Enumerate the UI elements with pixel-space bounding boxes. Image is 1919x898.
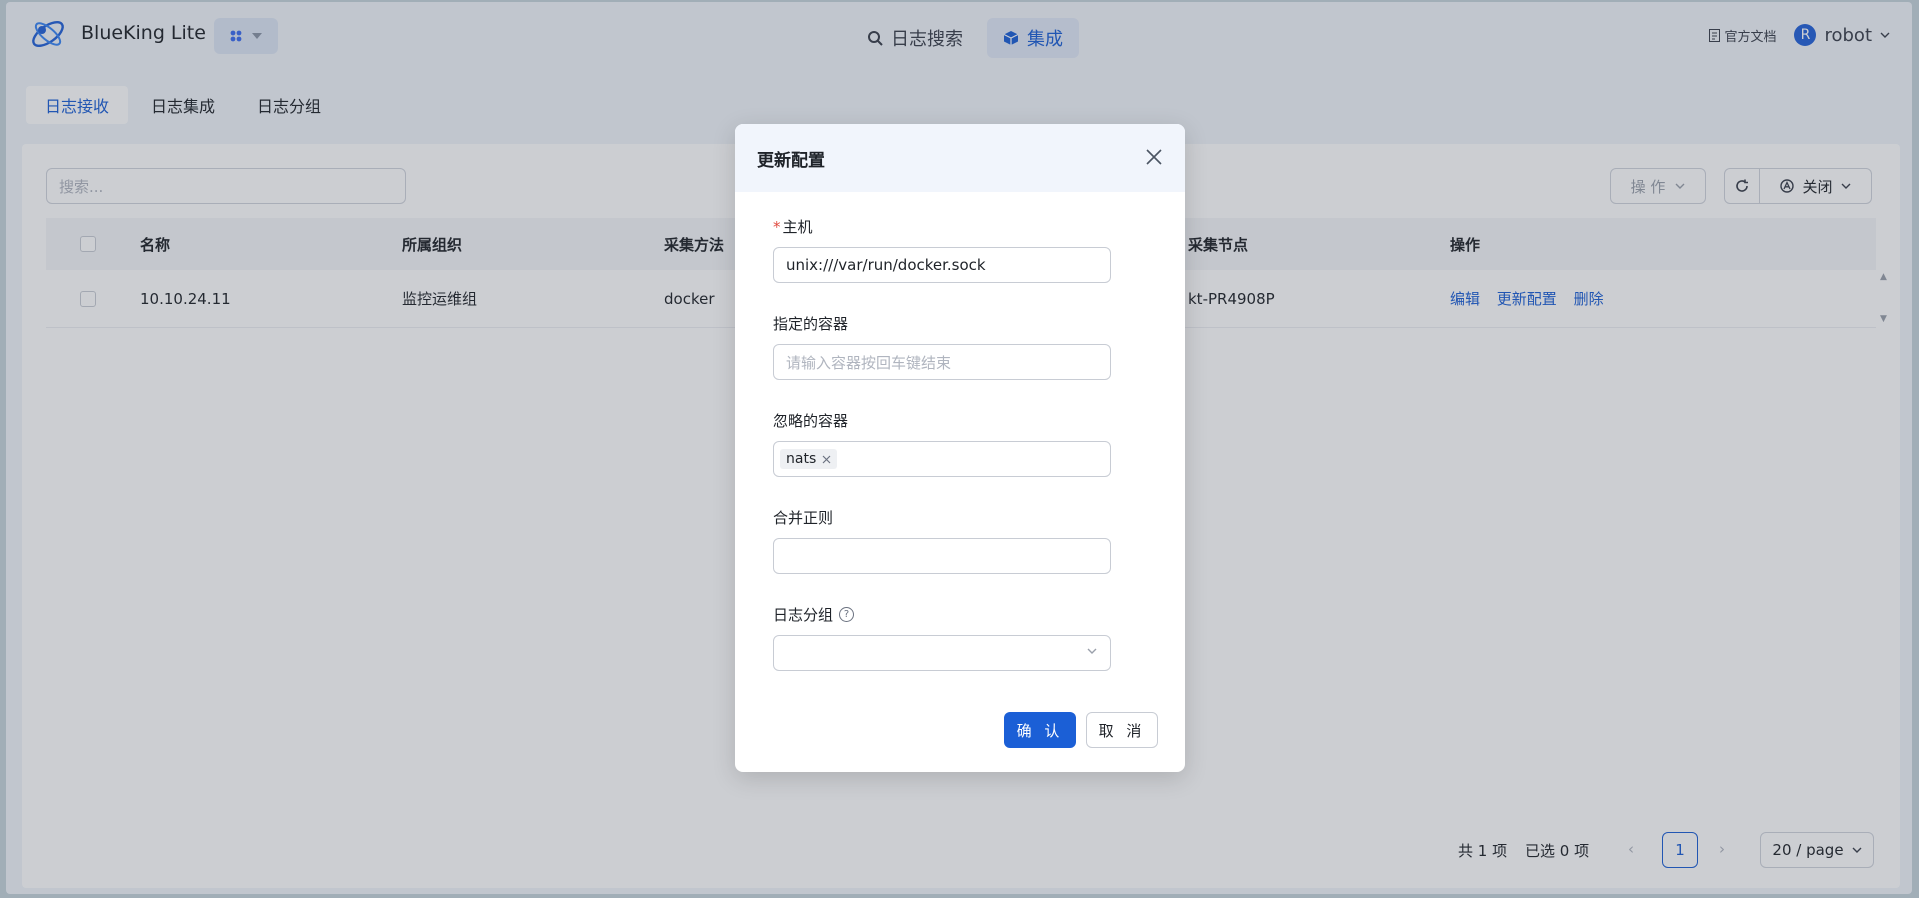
- merge-regex-input[interactable]: [773, 538, 1111, 574]
- close-icon[interactable]: [1145, 148, 1163, 166]
- merge-regex-label: 合并正则: [773, 509, 834, 527]
- host-label-row: * 主机: [773, 216, 1111, 237]
- container-tag-label: nats: [786, 451, 817, 467]
- host-input[interactable]: unix:///var/run/docker.sock: [773, 247, 1111, 283]
- update-config-modal: 更新配置 * 主机 unix:///var/run/docker.sock 指定的…: [735, 124, 1185, 772]
- containers-label: 指定的容器: [773, 315, 849, 333]
- log-group-label-row: 日志分组 ?: [773, 604, 1111, 625]
- cancel-button[interactable]: 取 消: [1086, 712, 1158, 748]
- containers-field: 指定的容器 请输入容器按回车键结束: [773, 313, 1111, 380]
- containers-input[interactable]: 请输入容器按回车键结束: [773, 344, 1111, 380]
- help-icon[interactable]: ?: [839, 607, 855, 622]
- host-label: 主机: [782, 218, 813, 236]
- container-tag: nats: [780, 449, 838, 469]
- ignored-containers-input[interactable]: nats: [773, 441, 1111, 477]
- tag-close-icon[interactable]: [822, 455, 831, 464]
- host-field: * 主机 unix:///var/run/docker.sock: [773, 216, 1111, 283]
- log-group-select[interactable]: [773, 635, 1111, 671]
- confirm-button[interactable]: 确 认: [1004, 712, 1076, 748]
- ignored-containers-label: 忽略的容器: [773, 412, 849, 430]
- containers-placeholder: 请输入容器按回车键结束: [786, 353, 952, 372]
- chevron-down-icon: [1087, 648, 1097, 654]
- ignored-containers-field: 忽略的容器 nats: [773, 410, 1111, 477]
- modal-title: 更新配置: [757, 150, 825, 171]
- required-mark: *: [773, 218, 781, 236]
- merge-regex-field: 合并正则: [773, 507, 1111, 574]
- log-group-field: 日志分组 ?: [773, 604, 1111, 671]
- modal-header: 更新配置: [735, 124, 1185, 192]
- log-group-label: 日志分组: [773, 606, 834, 624]
